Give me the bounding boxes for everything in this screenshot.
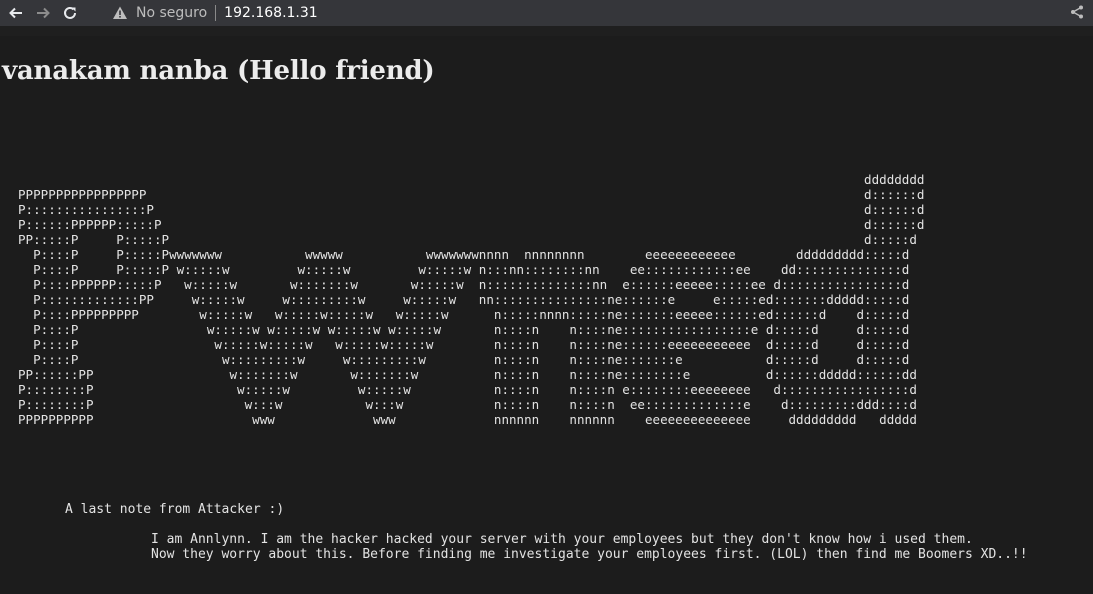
share-button[interactable] — [1069, 4, 1085, 20]
arrow-right-icon — [37, 7, 50, 19]
note-line-2: Now they worry about this. Before findin… — [151, 547, 1028, 562]
note-line-1: I am Annlynn. I am the hacker hacked you… — [151, 532, 973, 547]
ascii-art-banner: dddddddd PPPPPPPPPPPPPPPPP d::::::d P:::… — [18, 172, 925, 427]
forward-button[interactable] — [32, 2, 54, 24]
address-bar[interactable]: No seguro 192.168.1.31 — [104, 2, 1093, 24]
page-title: vanakam nanba (Hello friend) — [2, 56, 435, 86]
reload-button[interactable] — [59, 2, 81, 24]
omnibox-divider — [215, 5, 217, 21]
page-content: vanakam nanba (Hello friend) dddddddd PP… — [0, 36, 1093, 594]
security-status-label[interactable]: No seguro — [136, 5, 207, 21]
note-heading: A last note from Attacker :) — [65, 502, 285, 517]
browser-toolbar: No seguro 192.168.1.31 — [0, 0, 1093, 26]
note-body: I am Annlynn. I am the hacker hacked you… — [151, 532, 1028, 562]
url-text[interactable]: 192.168.1.31 — [224, 5, 318, 21]
reload-icon — [64, 6, 76, 19]
arrow-left-icon — [9, 7, 22, 19]
back-button[interactable] — [5, 2, 27, 24]
share-icon — [1071, 5, 1083, 19]
warning-icon[interactable] — [112, 5, 128, 21]
